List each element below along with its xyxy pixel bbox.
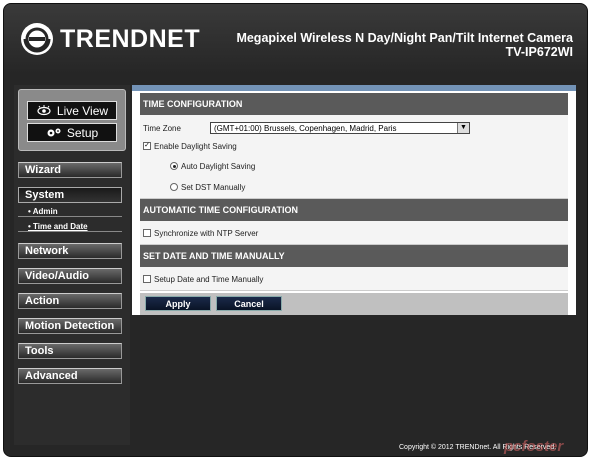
trendnet-logo-icon [21, 23, 53, 55]
mode-buttons: Live View Setup [18, 89, 126, 151]
sidebar: Live View Setup Wizard System • Admin • … [14, 85, 130, 445]
time-zone-select[interactable]: (GMT+01:00) Brussels, Copenhagen, Madrid… [210, 122, 470, 134]
subnav-admin[interactable]: • Admin [28, 207, 58, 216]
ntp-row: Synchronize with NTP Server [140, 221, 568, 245]
eye-icon [37, 104, 51, 115]
auto-dst-label: Auto Daylight Saving [181, 162, 256, 171]
manual-time-checkbox[interactable] [143, 275, 151, 283]
enable-dst-label: Enable Daylight Saving [154, 142, 237, 151]
setup-button[interactable]: Setup [27, 123, 117, 142]
time-zone-label: Time Zone [143, 124, 181, 133]
manual-dst-label: Set DST Manually [181, 183, 246, 192]
dropdown-arrow-icon[interactable]: ▼ [457, 123, 469, 133]
cancel-button[interactable]: Cancel [216, 296, 282, 311]
ntp-label: Synchronize with NTP Server [154, 229, 259, 238]
subnav-divider [18, 216, 122, 217]
live-view-button[interactable]: Live View [27, 101, 117, 120]
product-model: TV-IP672WI [505, 45, 573, 59]
section-automatic-time: AUTOMATIC TIME CONFIGURATION [140, 199, 568, 221]
nav-motion-detection[interactable]: Motion Detection [18, 318, 122, 334]
brand-name: TRENDNET [60, 24, 201, 53]
apply-button[interactable]: Apply [145, 296, 211, 311]
section-manual-time: SET DATE AND TIME MANUALLY [140, 245, 568, 267]
subnav-time-and-date[interactable]: • Time and Date [28, 222, 88, 231]
manual-dst-radio[interactable] [170, 183, 178, 191]
setup-label: Setup [66, 125, 99, 140]
app-frame: TRENDNET Megapixel Wireless N Day/Night … [3, 3, 588, 457]
section-time-configuration: TIME CONFIGURATION [140, 93, 568, 115]
manual-time-label: Setup Date and Time Manually [154, 275, 264, 284]
manual-time-row: Setup Date and Time Manually [140, 267, 568, 291]
ntp-checkbox[interactable] [143, 229, 151, 237]
nav-system[interactable]: System [18, 187, 122, 203]
time-zone-value: (GMT+01:00) Brussels, Copenhagen, Madrid… [214, 124, 397, 133]
auto-dst-radio[interactable] [170, 162, 178, 170]
nav-action[interactable]: Action [18, 293, 122, 309]
brand-logo: TRENDNET [20, 22, 200, 56]
nav-tools[interactable]: Tools [18, 343, 122, 359]
live-view-label: Live View [56, 103, 109, 118]
nav-network[interactable]: Network [18, 243, 122, 259]
product-name: Megapixel Wireless N Day/Night Pan/Tilt … [236, 31, 573, 45]
action-bar: Apply Cancel [140, 293, 568, 315]
watermark-text: pcfoster [504, 438, 564, 455]
product-title: Megapixel Wireless N Day/Night Pan/Tilt … [236, 31, 573, 59]
subnav-divider [18, 231, 122, 232]
nav-video-audio[interactable]: Video/Audio [18, 268, 122, 284]
nav-advanced[interactable]: Advanced [18, 368, 122, 384]
enable-dst-checkbox[interactable]: ✓ [143, 142, 151, 150]
gears-icon [47, 128, 61, 136]
nav-wizard[interactable]: Wizard [18, 162, 122, 178]
main-content: TIME CONFIGURATION Time Zone (GMT+01:00)… [132, 85, 576, 315]
accent-stripe [132, 85, 576, 91]
time-zone-row: Time Zone (GMT+01:00) Brussels, Copenhag… [140, 115, 568, 199]
